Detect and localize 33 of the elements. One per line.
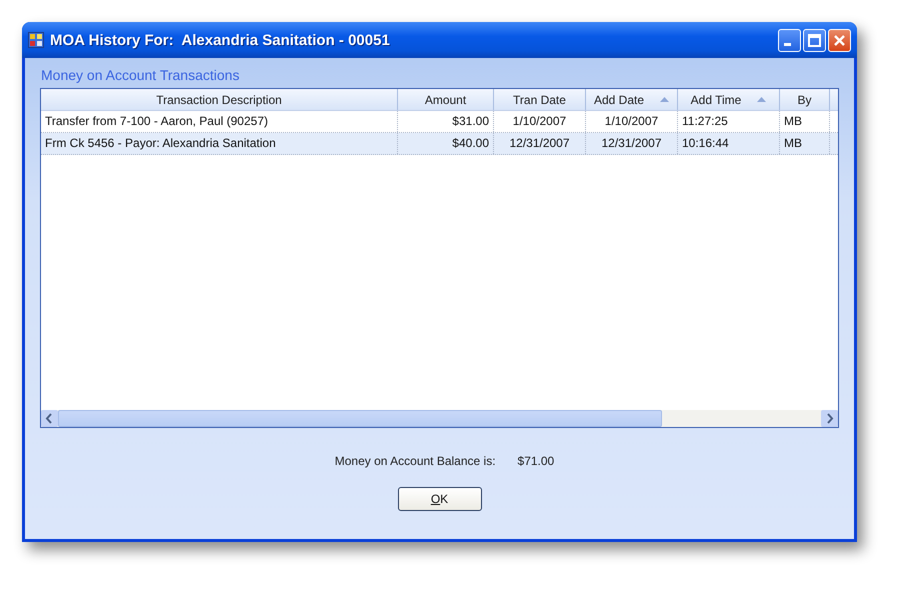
table-cell: $40.00: [398, 133, 494, 154]
table-row[interactable]: Frm Ck 5456 - Payor: Alexandria Sanitation $40.00 12/31/2007 12/31/2007 10:16:44 MB: [41, 133, 838, 155]
column-header[interactable]: Tran Date: [494, 89, 586, 110]
balance-label: Money on Account Balance is:: [334, 454, 496, 468]
table-cell: MB: [780, 133, 830, 154]
window-title: MOA History For: Alexandria Sanitation - 00051: [50, 32, 391, 48]
column-header[interactable]: Add Date: [586, 89, 678, 110]
balance-value: $71.00: [518, 454, 554, 468]
column-header[interactable]: By: [780, 89, 830, 110]
maximize-button[interactable]: [803, 28, 826, 52]
table-cell: 1/10/2007: [586, 111, 678, 132]
app-icon: [28, 32, 44, 48]
minimize-icon: [784, 42, 791, 46]
table-cell: 10:16:44: [678, 133, 780, 154]
column-header[interactable]: Add Time: [678, 89, 780, 110]
table-cell: 11:27:25: [678, 111, 780, 132]
close-button[interactable]: [828, 28, 851, 52]
column-header[interactable]: Amount: [398, 89, 494, 110]
table-cell: 1/10/2007: [494, 111, 586, 132]
table-cell: Transfer from 7-100 - Aaron, Paul (90257): [41, 111, 398, 132]
scroll-thumb[interactable]: [58, 410, 662, 427]
table-cell: $31.00: [398, 111, 494, 132]
minimize-button[interactable]: [778, 28, 801, 52]
column-header[interactable]: Transaction Description: [41, 89, 398, 110]
ok-button[interactable]: OK: [398, 487, 482, 511]
group-title: Money on Account Transactions: [40, 66, 240, 85]
table-cell: MB: [780, 111, 830, 132]
scroll-right-icon[interactable]: [821, 410, 838, 427]
table-cell: 12/31/2007: [494, 133, 586, 154]
horizontal-scrollbar[interactable]: [41, 410, 838, 427]
table-cell: Frm Ck 5456 - Payor: Alexandria Sanitation: [41, 133, 398, 154]
table-cell: 12/31/2007: [586, 133, 678, 154]
scroll-left-icon[interactable]: [41, 410, 58, 427]
